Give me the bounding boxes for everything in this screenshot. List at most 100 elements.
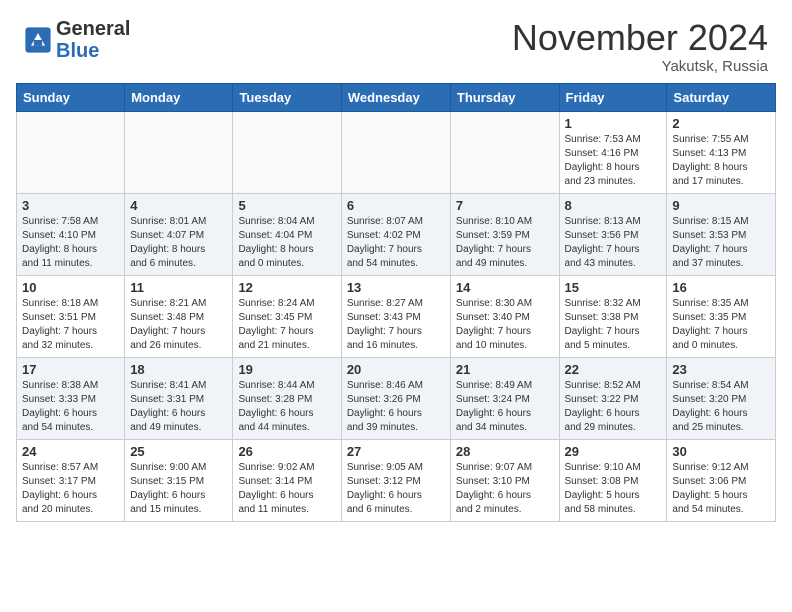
day-number: 4 <box>130 198 227 213</box>
weekday-header-friday: Friday <box>559 83 667 111</box>
day-number: 29 <box>565 444 662 459</box>
calendar-cell: 6 Sunrise: 8:07 AM Sunset: 4:02 PM Daylig… <box>341 193 450 275</box>
calendar-cell: 12 Sunrise: 8:24 AM Sunset: 3:45 PM Dayli… <box>233 275 341 357</box>
logo-blue-text: Blue <box>56 40 99 62</box>
calendar-cell: 15Sunrise: 8:32 AM Sunset: 3:38 PM Dayli… <box>559 275 667 357</box>
calendar-cell: 8 Sunrise: 8:13 AM Sunset: 3:56 PM Daylig… <box>559 193 667 275</box>
day-info: Sunrise: 7:53 AM Sunset: 4:16 PM Dayligh… <box>565 133 662 189</box>
weekday-header-row: SundayMondayTuesdayWednesdayThursdayFrid… <box>17 83 776 111</box>
logo-general-text: General <box>56 18 130 40</box>
day-number: 15 <box>565 280 662 295</box>
day-info: Sunrise: 8:07 AM Sunset: 4:02 PM Dayligh… <box>347 215 445 271</box>
week-row-4: 17 Sunrise: 8:38 AM Sunset: 3:33 PM Dayli… <box>17 357 776 439</box>
week-row-5: 24Sunrise: 8:57 AM Sunset: 3:17 PM Dayli… <box>17 439 776 521</box>
day-number: 11 <box>130 280 227 295</box>
calendar-cell: 23Sunrise: 8:54 AM Sunset: 3:20 PM Dayli… <box>667 357 776 439</box>
day-info: Sunrise: 7:58 AM Sunset: 4:10 PM Dayligh… <box>22 215 119 271</box>
weekday-header-monday: Monday <box>125 83 233 111</box>
day-info: Sunrise: 8:52 AM Sunset: 3:22 PM Dayligh… <box>565 379 662 435</box>
month-title: November 2024 <box>512 18 768 58</box>
day-info: Sunrise: 8:15 AM Sunset: 3:53 PM Dayligh… <box>672 215 770 271</box>
calendar-cell: 28 Sunrise: 9:07 AM Sunset: 3:10 PM Dayli… <box>450 439 559 521</box>
calendar-cell: 14 Sunrise: 8:30 AM Sunset: 3:40 PM Dayli… <box>450 275 559 357</box>
calendar-cell <box>17 111 125 193</box>
day-number: 12 <box>238 280 335 295</box>
day-number: 30 <box>672 444 770 459</box>
calendar-table: SundayMondayTuesdayWednesdayThursdayFrid… <box>16 83 776 522</box>
calendar-cell: 1 Sunrise: 7:53 AM Sunset: 4:16 PM Daylig… <box>559 111 667 193</box>
day-number: 24 <box>22 444 119 459</box>
calendar-cell <box>341 111 450 193</box>
day-number: 28 <box>456 444 554 459</box>
day-info: Sunrise: 8:04 AM Sunset: 4:04 PM Dayligh… <box>238 215 335 271</box>
day-info: Sunrise: 8:38 AM Sunset: 3:33 PM Dayligh… <box>22 379 119 435</box>
calendar-cell: 2 Sunrise: 7:55 AM Sunset: 4:13 PM Daylig… <box>667 111 776 193</box>
week-row-2: 3Sunrise: 7:58 AM Sunset: 4:10 PM Daylig… <box>17 193 776 275</box>
calendar-wrap: SundayMondayTuesdayWednesdayThursdayFrid… <box>0 83 792 534</box>
day-number: 20 <box>347 362 445 377</box>
day-number: 14 <box>456 280 554 295</box>
calendar-cell <box>125 111 233 193</box>
day-number: 13 <box>347 280 445 295</box>
day-number: 21 <box>456 362 554 377</box>
day-number: 2 <box>672 116 770 131</box>
day-info: Sunrise: 8:46 AM Sunset: 3:26 PM Dayligh… <box>347 379 445 435</box>
week-row-1: 1 Sunrise: 7:53 AM Sunset: 4:16 PM Daylig… <box>17 111 776 193</box>
logo-icon <box>24 26 52 54</box>
calendar-cell: 22 Sunrise: 8:52 AM Sunset: 3:22 PM Dayli… <box>559 357 667 439</box>
day-info: Sunrise: 9:00 AM Sunset: 3:15 PM Dayligh… <box>130 461 227 517</box>
location-text: Yakutsk, Russia <box>512 58 768 75</box>
day-info: Sunrise: 8:21 AM Sunset: 3:48 PM Dayligh… <box>130 297 227 353</box>
day-info: Sunrise: 8:10 AM Sunset: 3:59 PM Dayligh… <box>456 215 554 271</box>
calendar-cell: 25 Sunrise: 9:00 AM Sunset: 3:15 PM Dayli… <box>125 439 233 521</box>
day-info: Sunrise: 8:30 AM Sunset: 3:40 PM Dayligh… <box>456 297 554 353</box>
day-number: 23 <box>672 362 770 377</box>
calendar-cell: 30Sunrise: 9:12 AM Sunset: 3:06 PM Dayli… <box>667 439 776 521</box>
calendar-cell: 10Sunrise: 8:18 AM Sunset: 3:51 PM Dayli… <box>17 275 125 357</box>
day-number: 8 <box>565 198 662 213</box>
day-info: Sunrise: 9:10 AM Sunset: 3:08 PM Dayligh… <box>565 461 662 517</box>
weekday-header-sunday: Sunday <box>17 83 125 111</box>
title-block: November 2024 Yakutsk, Russia <box>512 18 768 75</box>
day-info: Sunrise: 9:07 AM Sunset: 3:10 PM Dayligh… <box>456 461 554 517</box>
day-info: Sunrise: 9:02 AM Sunset: 3:14 PM Dayligh… <box>238 461 335 517</box>
day-number: 26 <box>238 444 335 459</box>
day-info: Sunrise: 7:55 AM Sunset: 4:13 PM Dayligh… <box>672 133 770 189</box>
calendar-cell: 5 Sunrise: 8:04 AM Sunset: 4:04 PM Daylig… <box>233 193 341 275</box>
day-number: 25 <box>130 444 227 459</box>
calendar-cell: 13Sunrise: 8:27 AM Sunset: 3:43 PM Dayli… <box>341 275 450 357</box>
day-info: Sunrise: 8:01 AM Sunset: 4:07 PM Dayligh… <box>130 215 227 271</box>
calendar-cell: 16 Sunrise: 8:35 AM Sunset: 3:35 PM Dayli… <box>667 275 776 357</box>
calendar-cell: 21 Sunrise: 8:49 AM Sunset: 3:24 PM Dayli… <box>450 357 559 439</box>
day-number: 18 <box>130 362 227 377</box>
weekday-header-wednesday: Wednesday <box>341 83 450 111</box>
day-number: 6 <box>347 198 445 213</box>
day-info: Sunrise: 8:13 AM Sunset: 3:56 PM Dayligh… <box>565 215 662 271</box>
day-number: 17 <box>22 362 119 377</box>
calendar-cell: 24Sunrise: 8:57 AM Sunset: 3:17 PM Dayli… <box>17 439 125 521</box>
calendar-cell: 20 Sunrise: 8:46 AM Sunset: 3:26 PM Dayli… <box>341 357 450 439</box>
calendar-cell: 17 Sunrise: 8:38 AM Sunset: 3:33 PM Dayli… <box>17 357 125 439</box>
page-header: General Blue November 2024 Yakutsk, Russ… <box>0 0 792 83</box>
day-number: 1 <box>565 116 662 131</box>
day-info: Sunrise: 8:35 AM Sunset: 3:35 PM Dayligh… <box>672 297 770 353</box>
weekday-header-saturday: Saturday <box>667 83 776 111</box>
day-number: 16 <box>672 280 770 295</box>
calendar-cell: 27Sunrise: 9:05 AM Sunset: 3:12 PM Dayli… <box>341 439 450 521</box>
calendar-body: 1 Sunrise: 7:53 AM Sunset: 4:16 PM Daylig… <box>17 111 776 521</box>
calendar-cell <box>450 111 559 193</box>
day-number: 5 <box>238 198 335 213</box>
day-info: Sunrise: 9:05 AM Sunset: 3:12 PM Dayligh… <box>347 461 445 517</box>
day-number: 22 <box>565 362 662 377</box>
calendar-cell <box>233 111 341 193</box>
calendar-cell: 4 Sunrise: 8:01 AM Sunset: 4:07 PM Daylig… <box>125 193 233 275</box>
calendar-cell: 3Sunrise: 7:58 AM Sunset: 4:10 PM Daylig… <box>17 193 125 275</box>
calendar-cell: 7Sunrise: 8:10 AM Sunset: 3:59 PM Daylig… <box>450 193 559 275</box>
day-info: Sunrise: 8:24 AM Sunset: 3:45 PM Dayligh… <box>238 297 335 353</box>
weekday-header-tuesday: Tuesday <box>233 83 341 111</box>
calendar-cell: 29 Sunrise: 9:10 AM Sunset: 3:08 PM Dayli… <box>559 439 667 521</box>
day-info: Sunrise: 8:49 AM Sunset: 3:24 PM Dayligh… <box>456 379 554 435</box>
calendar-cell: 19Sunrise: 8:44 AM Sunset: 3:28 PM Dayli… <box>233 357 341 439</box>
calendar-header: SundayMondayTuesdayWednesdayThursdayFrid… <box>17 83 776 111</box>
calendar-cell: 9Sunrise: 8:15 AM Sunset: 3:53 PM Daylig… <box>667 193 776 275</box>
